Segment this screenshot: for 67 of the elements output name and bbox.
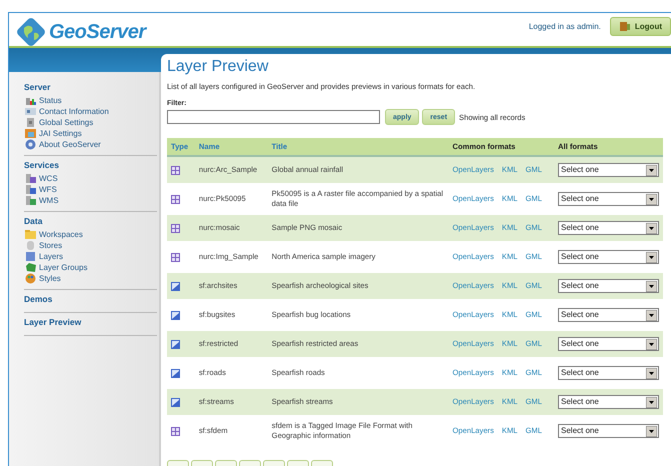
format-dropdown[interactable]: Select one	[558, 221, 659, 235]
sidebar-item[interactable]: About GeoServer	[25, 139, 157, 150]
dropdown-arrow-icon	[646, 338, 657, 350]
layers-icon	[25, 262, 36, 273]
dropdown-arrow-icon	[646, 222, 657, 234]
sidebar-heading[interactable]: Services	[24, 160, 157, 170]
chart-icon	[25, 95, 36, 106]
dropdown-arrow-icon	[646, 194, 657, 204]
server-icon	[25, 184, 36, 195]
palette-icon	[25, 273, 36, 284]
sidebar-item[interactable]: Global Settings	[25, 117, 157, 128]
sidebar-item[interactable]: WFS	[25, 184, 157, 195]
sidebar-item[interactable]: Stores	[25, 240, 157, 251]
format-dropdown[interactable]: Select one	[558, 250, 659, 264]
sidebar-heading[interactable]: Data	[24, 216, 157, 226]
sidebar-heading[interactable]: Server	[24, 82, 157, 92]
square-icon	[171, 310, 180, 320]
login-text: Logged in as admin.	[528, 22, 601, 31]
card-icon	[25, 106, 36, 117]
format-dropdown[interactable]: Select one	[558, 395, 659, 409]
format-dropdown[interactable]: Select one	[558, 424, 659, 438]
square-icon	[171, 282, 180, 290]
grid-icon	[171, 252, 180, 262]
info-icon	[25, 139, 36, 150]
sidebar-item[interactable]: Status	[25, 95, 157, 106]
cylinder-icon	[25, 240, 36, 251]
sidebar-item[interactable]: Contact Information	[25, 106, 157, 117]
filter-field[interactable]	[167, 110, 380, 124]
dropdown-arrow-icon	[646, 310, 657, 320]
grid-icon	[171, 426, 180, 436]
sidebar-heading[interactable]: Demos	[24, 294, 157, 304]
square-icon	[171, 368, 180, 378]
server-icon	[25, 173, 36, 184]
grid-icon	[171, 166, 180, 174]
picture-icon	[25, 128, 36, 139]
sidebar-item[interactable]: Workspaces	[25, 229, 157, 240]
logout-button[interactable]: Logout	[610, 17, 671, 36]
square-icon	[171, 398, 180, 406]
format-dropdown[interactable]: Select one	[558, 337, 659, 351]
door-icon	[618, 21, 631, 32]
dropdown-arrow-icon	[646, 368, 657, 378]
sidebar-item[interactable]: WCS	[25, 173, 157, 184]
sidebar-item[interactable]: Layers	[25, 251, 157, 262]
dropdown-arrow-icon	[646, 252, 657, 262]
dropdown-arrow-icon	[646, 396, 657, 408]
server-icon	[25, 117, 36, 128]
format-dropdown[interactable]: Select one	[558, 192, 659, 206]
sidebar-item[interactable]: JAI Settings	[25, 128, 157, 139]
square-icon	[25, 251, 36, 262]
grid-icon	[171, 224, 180, 232]
sidebar-item[interactable]: Styles	[25, 273, 157, 284]
format-dropdown[interactable]: Select one	[558, 163, 659, 177]
dropdown-arrow-icon	[646, 164, 657, 176]
grid-icon	[171, 194, 180, 204]
format-dropdown[interactable]: Select one	[558, 366, 659, 380]
sidebar-heading[interactable]: Layer Preview	[24, 317, 157, 327]
format-dropdown[interactable]: Select one	[558, 308, 659, 322]
square-icon	[171, 340, 180, 348]
logo-text: GeoServer	[49, 20, 146, 44]
page-title: Layer Preview	[167, 58, 270, 76]
folder-icon	[25, 229, 36, 240]
dropdown-arrow-icon	[646, 426, 657, 436]
sidebar-item[interactable]: WMS	[25, 195, 157, 206]
dropdown-arrow-icon	[646, 280, 657, 292]
sidebar-item[interactable]: Layer Groups	[25, 262, 157, 273]
server-icon	[25, 195, 36, 206]
format-dropdown[interactable]: Select one	[558, 279, 659, 293]
